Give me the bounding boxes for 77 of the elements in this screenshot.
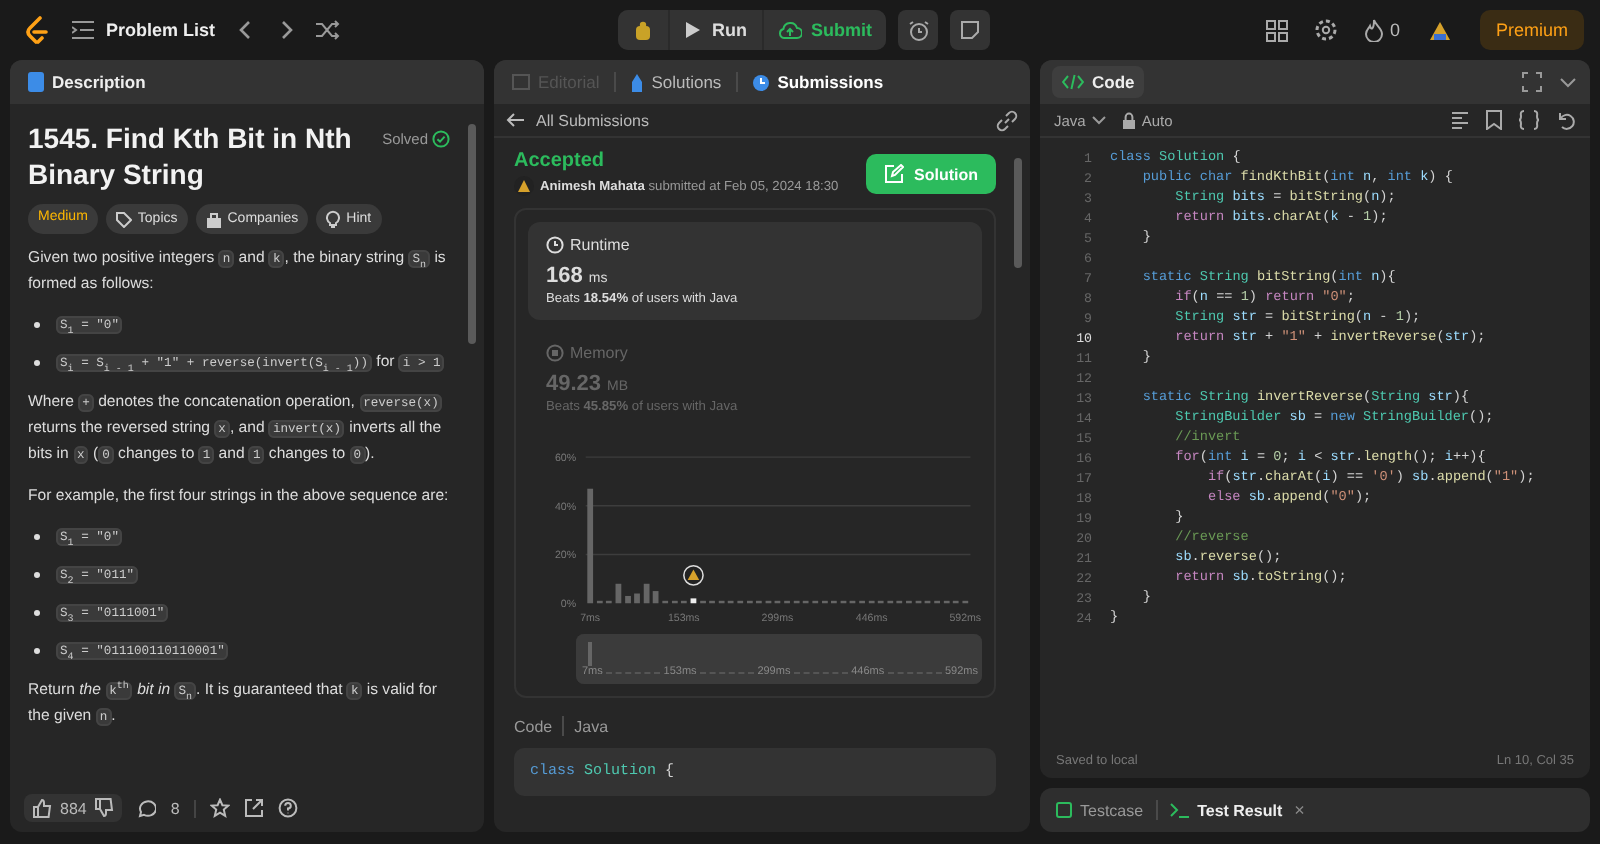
- premium-button[interactable]: Premium: [1479, 10, 1584, 50]
- share-icon[interactable]: [243, 798, 264, 818]
- braces-icon[interactable]: [1518, 110, 1540, 130]
- chevron-down-icon[interactable]: [1558, 72, 1578, 92]
- check-circle-icon: [432, 130, 450, 148]
- submissions-tab[interactable]: Submissions: [745, 72, 890, 92]
- histogram-bar: [690, 598, 697, 604]
- note-icon: [960, 20, 980, 40]
- bullet-dot: [34, 322, 40, 328]
- bullet-dot: [34, 648, 40, 654]
- bullet-dot: [34, 360, 40, 366]
- metric-value: 168: [546, 264, 583, 288]
- language-label: Java: [574, 717, 609, 735]
- problem-list-button[interactable]: Problem List: [72, 20, 216, 40]
- histogram-bar: [615, 583, 622, 604]
- timer-button[interactable]: [898, 10, 938, 50]
- terminal-icon: [1169, 802, 1190, 818]
- bullet-dot: [34, 534, 40, 540]
- lock-icon: [1121, 111, 1136, 129]
- fullscreen-icon[interactable]: [1522, 72, 1542, 92]
- close-tab-icon[interactable]: ×: [1294, 800, 1305, 820]
- problem-title: 1545. Find Kth Bit in Nth Binary String: [28, 120, 354, 192]
- document-icon: [28, 72, 44, 92]
- checkbox-icon: [1056, 802, 1072, 818]
- all-submissions-link[interactable]: All Submissions: [506, 111, 649, 129]
- streak-count: 0: [1389, 20, 1400, 40]
- avatar-icon: [514, 176, 534, 196]
- flame-icon[interactable]: [1363, 18, 1384, 42]
- bookmark-icon[interactable]: [1486, 110, 1502, 130]
- thumbs-down-icon[interactable]: [94, 798, 115, 818]
- avatar-icon[interactable]: [1425, 18, 1454, 42]
- like-count: 884: [60, 799, 87, 817]
- tag-icon: [115, 211, 132, 227]
- back-arrow-icon: [506, 112, 526, 128]
- previous-icon[interactable]: [235, 20, 256, 40]
- code-icon: [1062, 74, 1084, 90]
- testcase-tab[interactable]: Testcase: [1056, 801, 1144, 819]
- bullet-dot: [34, 610, 40, 616]
- histogram-bar: [625, 595, 631, 604]
- verdict-label: Accepted: [514, 150, 607, 172]
- code-heading: Code: [514, 717, 553, 735]
- histogram-bar: [634, 593, 640, 604]
- clock-icon: [751, 73, 770, 91]
- note-button[interactable]: [950, 10, 990, 50]
- debug-button[interactable]: [618, 10, 668, 50]
- lightbulb-icon: [326, 210, 341, 228]
- metric-value: 49.23: [546, 372, 602, 396]
- avatar-marker-icon: [683, 564, 704, 586]
- edit-icon: [884, 164, 904, 184]
- thumbs-up-icon[interactable]: [32, 798, 52, 818]
- clock-icon: [546, 236, 564, 254]
- help-icon[interactable]: [277, 798, 298, 818]
- comment-icon[interactable]: [136, 798, 157, 818]
- bullet-dot: [34, 572, 40, 578]
- alarm-clock-icon: [907, 19, 929, 41]
- code-tab[interactable]: Code: [1052, 66, 1145, 98]
- test-result-tab[interactable]: Test Result: [1169, 801, 1283, 819]
- undo-icon[interactable]: [1556, 110, 1576, 130]
- description-tab[interactable]: Description: [22, 72, 152, 92]
- list-icon: [72, 20, 94, 40]
- solutions-tab[interactable]: Solutions: [623, 72, 728, 92]
- briefcase-icon: [205, 211, 222, 227]
- submit-button[interactable]: Submit: [763, 10, 886, 50]
- settings-icon[interactable]: [1313, 18, 1338, 42]
- comment-count: 8: [170, 799, 180, 817]
- layout-icon[interactable]: [1265, 19, 1288, 41]
- metric-label: Runtime: [570, 236, 630, 254]
- shuffle-icon[interactable]: [315, 20, 340, 40]
- format-icon[interactable]: [1450, 110, 1470, 130]
- star-icon[interactable]: [209, 798, 230, 818]
- chevron-down-icon: [1091, 115, 1106, 125]
- link-icon[interactable]: [996, 109, 1018, 131]
- logo[interactable]: [24, 16, 52, 44]
- cloud-upload-icon: [777, 20, 801, 40]
- metric-label: Memory: [570, 344, 628, 362]
- play-icon: [684, 20, 702, 40]
- run-button[interactable]: Run: [670, 10, 761, 50]
